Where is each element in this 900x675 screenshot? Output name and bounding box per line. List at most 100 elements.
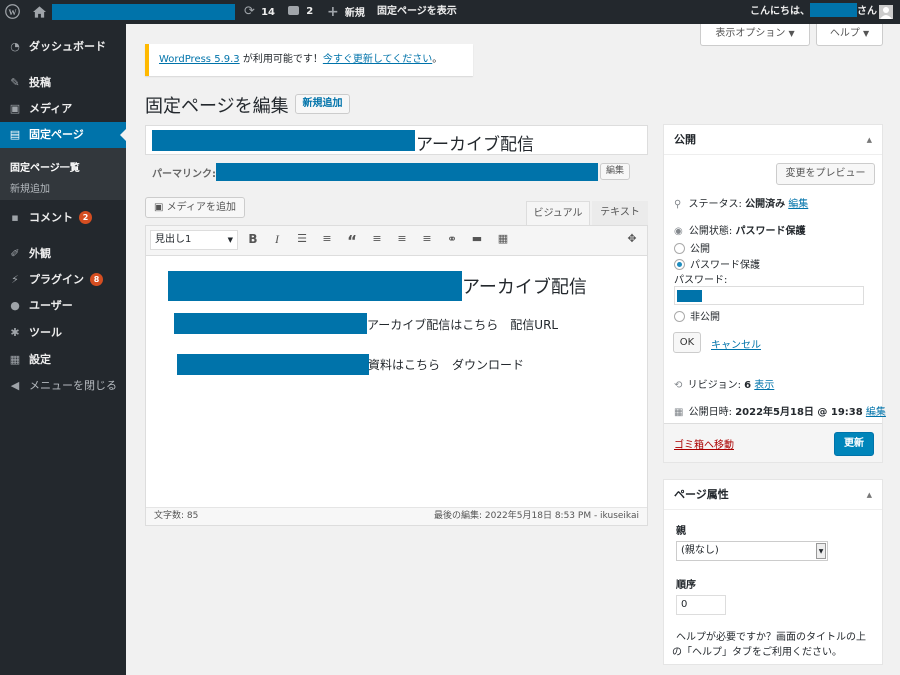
- update-button[interactable]: 更新: [834, 432, 874, 456]
- read-more-icon[interactable]: ▬: [469, 232, 485, 245]
- wordpress-logo-icon[interactable]: W: [5, 0, 21, 24]
- collapse-arrow-icon[interactable]: ▲: [867, 125, 872, 155]
- preview-changes-button[interactable]: 変更をプレビュー: [776, 163, 875, 185]
- permalink-label: パーマリンク:: [152, 169, 216, 180]
- align-right-icon[interactable]: ≡: [419, 232, 435, 245]
- add-media-button[interactable]: ▣ メディアを追加: [145, 197, 245, 218]
- permalink-edit-button[interactable]: 編集: [600, 163, 630, 180]
- sidebar-item-pages[interactable]: ▤ 固定ページ: [0, 122, 126, 148]
- help-button[interactable]: ヘルプ ▼: [816, 24, 883, 46]
- refresh-icon: ⟳: [244, 4, 255, 19]
- add-new-button[interactable]: 新規追加: [295, 94, 350, 114]
- radio-private[interactable]: 非公開: [674, 308, 720, 323]
- site-name-redacted[interactable]: [52, 4, 235, 20]
- submenu-all-pages[interactable]: 固定ページ一覧: [10, 159, 80, 174]
- username-redacted: [810, 3, 857, 17]
- permalink-redacted[interactable]: [216, 163, 598, 181]
- collapse-icon: ◀: [10, 379, 20, 392]
- visibility-row: ◉ 公開状態: パスワード保護: [674, 222, 805, 237]
- align-left-icon[interactable]: ≡: [369, 232, 385, 245]
- bold-icon[interactable]: B: [245, 232, 261, 246]
- visibility-value: パスワード保護: [735, 226, 806, 237]
- parent-select[interactable]: (親なし) ▼: [676, 541, 828, 561]
- format-select[interactable]: 見出し1 ▼: [150, 230, 238, 250]
- password-input[interactable]: [674, 286, 864, 305]
- history-icon: ⟲: [674, 380, 683, 391]
- date-row: ▦ 公開日時: 2022年5月18日 @ 19:38 編集: [674, 403, 886, 418]
- wordpress-version-link[interactable]: WordPress 5.9.3: [159, 54, 240, 65]
- update-notice: WordPress 5.9.3 が利用可能です！今すぐ更新してください。: [145, 44, 473, 76]
- screen-options-button[interactable]: 表示オプション ▼: [700, 24, 810, 46]
- help-text-line1: ヘルプが必要ですか？画面のタイトルの上: [676, 632, 866, 643]
- comments-badge: 2: [79, 211, 92, 224]
- eye-icon: ◉: [674, 226, 683, 237]
- date-edit-link[interactable]: 編集: [866, 407, 886, 418]
- sidebar-item-label: コメント: [29, 211, 73, 224]
- page-title: 固定ページを編集: [145, 96, 289, 117]
- revisions-label: リビジョン:: [687, 380, 745, 391]
- sidebar-item-plugins[interactable]: ⚡ プラグイン 8: [0, 267, 126, 293]
- password-redacted: [677, 290, 702, 302]
- cancel-link[interactable]: キャンセル: [711, 336, 761, 351]
- sidebar-item-appearance[interactable]: ✐ 外観: [0, 241, 126, 267]
- wrench-icon: ✱: [10, 326, 20, 339]
- sidebar-item-users[interactable]: ● ユーザー: [0, 293, 126, 319]
- new-content-link[interactable]: + 新規: [327, 0, 365, 24]
- collapse-arrow-icon[interactable]: ▲: [867, 480, 872, 510]
- sidebar-item-tools[interactable]: ✱ ツール: [0, 320, 126, 346]
- radio-public-circle[interactable]: [674, 243, 685, 254]
- pin-icon: ✎: [10, 76, 20, 89]
- last-edited: 最後の編集: 2022年5月18日 8:53 PM - ikuseikai: [433, 511, 639, 521]
- editor-content[interactable]: アーカイブ配信 アーカイブ配信はこちら 配信URL 資料はこちら ダウンロード: [146, 257, 647, 507]
- comments-link[interactable]: 2: [288, 0, 313, 24]
- user-icon: ●: [10, 299, 20, 312]
- toolbar-toggle-icon[interactable]: ▦: [495, 232, 511, 245]
- italic-icon[interactable]: I: [269, 232, 285, 247]
- title-input[interactable]: アーカイブ配信: [145, 125, 648, 155]
- fullscreen-icon[interactable]: ✥: [624, 232, 640, 245]
- order-label: 順序: [676, 580, 696, 591]
- ok-button[interactable]: OK: [673, 332, 701, 353]
- view-page-link[interactable]: 固定ページを表示: [377, 0, 457, 24]
- sidebar-item-settings[interactable]: ▦ 設定: [0, 347, 126, 373]
- tab-visual[interactable]: ビジュアル: [526, 201, 590, 226]
- page-attributes-header[interactable]: ページ属性 ▲: [664, 480, 882, 510]
- align-center-icon[interactable]: ≡: [394, 232, 410, 245]
- word-count: 文字数: 85: [154, 511, 199, 521]
- publish-box-header[interactable]: 公開 ▲: [664, 125, 882, 155]
- status-edit-link[interactable]: 編集: [788, 199, 808, 210]
- blockquote-icon[interactable]: “: [344, 232, 360, 250]
- brush-icon: ✐: [10, 247, 20, 260]
- radio-password-circle[interactable]: [674, 259, 685, 270]
- sidebar-item-dashboard[interactable]: ◔ ダッシュボード: [0, 34, 126, 60]
- title-suffix: アーカイブ配信: [416, 135, 534, 155]
- bullet-list-icon[interactable]: ☰: [294, 232, 310, 245]
- numbered-list-icon[interactable]: ≡: [319, 232, 335, 245]
- order-input[interactable]: 0: [676, 595, 726, 615]
- radio-public[interactable]: 公開: [674, 240, 710, 255]
- sidebar-item-posts[interactable]: ✎ 投稿: [0, 70, 126, 96]
- user-greeting[interactable]: こんにちは、 さん: [750, 0, 877, 24]
- status-row: ⚲ ステータス: 公開済み 編集: [674, 195, 808, 210]
- updates-link[interactable]: ⟳ 14: [244, 0, 275, 24]
- sidebar-item-media[interactable]: ▣ メディア: [0, 96, 126, 122]
- link-icon[interactable]: ⚭: [444, 232, 460, 246]
- plugins-badge: 8: [90, 273, 103, 286]
- radio-private-circle[interactable]: [674, 311, 685, 322]
- radio-password[interactable]: パスワード保護: [674, 256, 760, 271]
- comments-count: 2: [306, 6, 314, 17]
- password-label: パスワード:: [674, 275, 728, 286]
- submenu-add-new[interactable]: 新規追加: [10, 180, 50, 195]
- avatar[interactable]: [879, 5, 893, 19]
- update-now-link[interactable]: 今すぐ更新してください: [323, 54, 432, 65]
- home-icon[interactable]: [33, 0, 49, 24]
- revisions-view-link[interactable]: 表示: [754, 380, 774, 391]
- content-heading-suffix: アーカイブ配信: [462, 277, 587, 298]
- trash-link[interactable]: ゴミ箱へ移動: [674, 436, 734, 451]
- sidebar-collapse-menu[interactable]: ◀ メニューを閉じる: [0, 373, 126, 399]
- help-text-line2: の「ヘルプ」タブをご利用ください。: [672, 647, 842, 658]
- plus-icon: +: [327, 4, 339, 20]
- media-icon: ▣: [9, 102, 21, 115]
- sidebar-item-comments[interactable]: ▪ コメント 2: [0, 205, 126, 231]
- tab-text[interactable]: テキスト: [592, 201, 648, 225]
